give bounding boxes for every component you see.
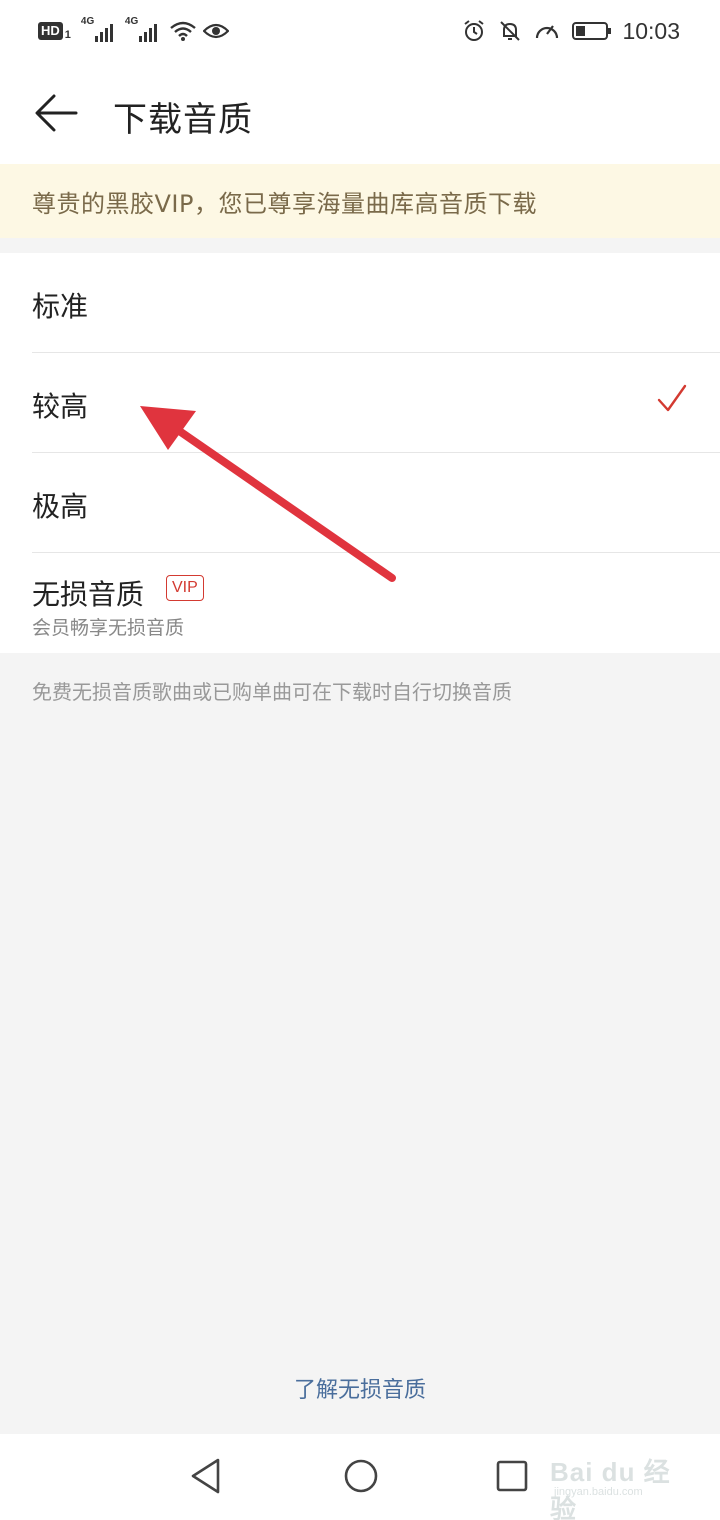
clock: 10:03 bbox=[622, 17, 680, 44]
battery-icon bbox=[572, 20, 612, 42]
quality-options: 标准 较高 极高 无损音质 VIP 会员畅享无损音质 bbox=[0, 253, 720, 653]
signal-icon: 4G bbox=[125, 16, 167, 46]
hd-icon: HD bbox=[38, 22, 63, 40]
speed-icon bbox=[534, 19, 560, 43]
sim-number: 1 bbox=[64, 29, 71, 41]
checkmark-icon bbox=[656, 383, 688, 419]
status-left: HD 1 4G 4G bbox=[38, 14, 229, 48]
page-header: 下载音质 bbox=[0, 62, 720, 164]
wifi-icon bbox=[169, 20, 197, 42]
back-triangle-icon[interactable] bbox=[188, 1456, 224, 1500]
back-button[interactable] bbox=[30, 90, 82, 136]
eye-icon bbox=[202, 22, 229, 40]
vip-badge: VIP bbox=[166, 575, 204, 601]
option-label: 极高 bbox=[32, 490, 89, 523]
home-circle-icon[interactable] bbox=[341, 1456, 381, 1500]
page-title: 下载音质 bbox=[113, 100, 253, 140]
watermark: Bai du 经验 jingyan.baidu.com bbox=[540, 1444, 680, 1520]
learn-lossless-link[interactable]: 了解无损音质 bbox=[0, 1372, 720, 1404]
status-bar: HD 1 4G 4G 10:03 bbox=[0, 0, 720, 62]
signal-icon: 4G bbox=[81, 16, 123, 46]
option-high[interactable]: 较高 bbox=[32, 353, 720, 453]
option-subtitle: 会员畅享无损音质 bbox=[32, 617, 185, 639]
option-very-high[interactable]: 极高 bbox=[32, 453, 720, 553]
option-label: 无损音质 bbox=[32, 578, 145, 611]
option-label: 较高 bbox=[32, 390, 89, 423]
status-right: 10:03 bbox=[450, 14, 680, 48]
vip-banner: 尊贵的黑胶VIP，您已尊享海量曲库高音质下载 bbox=[0, 164, 720, 238]
arrow-left-icon bbox=[35, 94, 78, 132]
network-type-1: 4G bbox=[80, 16, 95, 27]
option-lossless[interactable]: 无损音质 VIP 会员畅享无损音质 bbox=[32, 553, 720, 653]
watermark-url: jingyan.baidu.com bbox=[554, 1486, 643, 1498]
network-type-2: 4G bbox=[124, 16, 139, 27]
option-label: 标准 bbox=[32, 290, 89, 323]
option-standard[interactable]: 标准 bbox=[32, 253, 720, 353]
vip-banner-text: 尊贵的黑胶VIP，您已尊享海量曲库高音质下载 bbox=[32, 189, 537, 218]
recents-square-icon[interactable] bbox=[494, 1456, 530, 1500]
bell-off-icon bbox=[498, 19, 522, 43]
footnote-text: 免费无损音质歌曲或已购单曲可在下载时自行切换音质 bbox=[32, 680, 512, 704]
alarm-icon bbox=[462, 19, 486, 43]
